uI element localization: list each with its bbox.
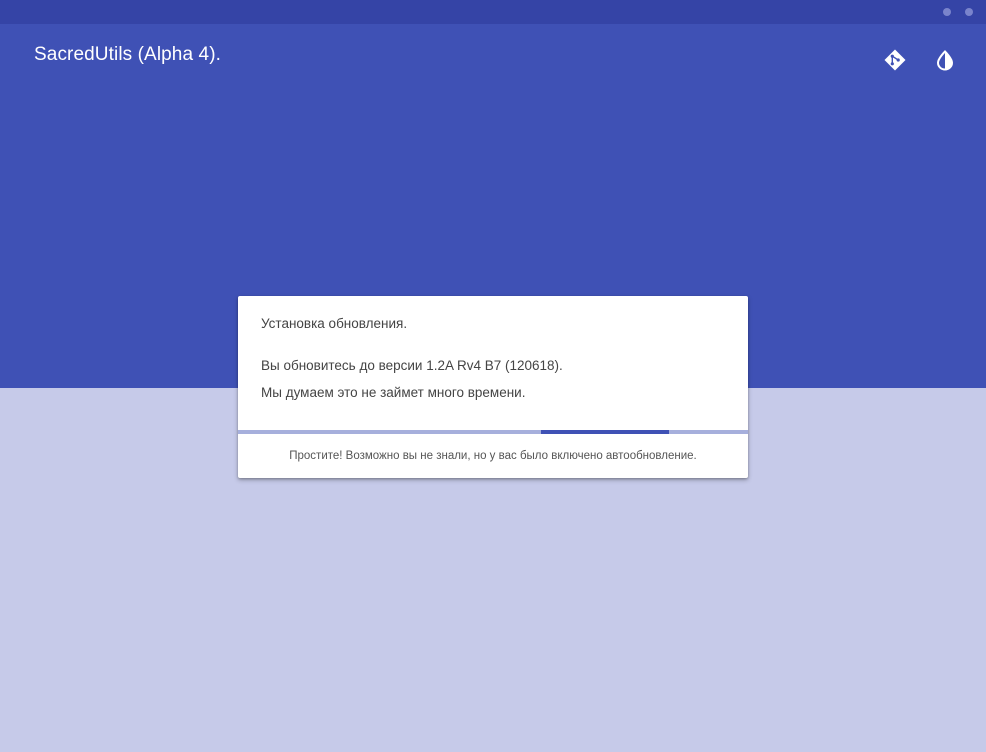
app-title: SacredUtils (Alpha 4). [34, 44, 221, 65]
dialog-footer-note: Простите! Возможно вы не знали, но у вас… [289, 450, 697, 462]
dialog-time-text: Мы думаем это не займет много времени. [261, 385, 526, 400]
window-close-dot[interactable] [965, 8, 973, 16]
git-icon[interactable] [883, 48, 907, 72]
dialog-version-text: Вы обновитесь до версии 1.2A Rv4 B7 (120… [261, 358, 563, 373]
update-dialog: Установка обновления. Вы обновитесь до в… [238, 296, 748, 478]
dialog-title: Установка обновления. [261, 316, 408, 331]
theme-toggle-icon[interactable] [933, 48, 957, 72]
window-titlebar[interactable] [0, 0, 986, 24]
app-window: SacredUtils (Alpha 4). Установка обновле… [0, 0, 986, 752]
window-minimize-dot[interactable] [943, 8, 951, 16]
